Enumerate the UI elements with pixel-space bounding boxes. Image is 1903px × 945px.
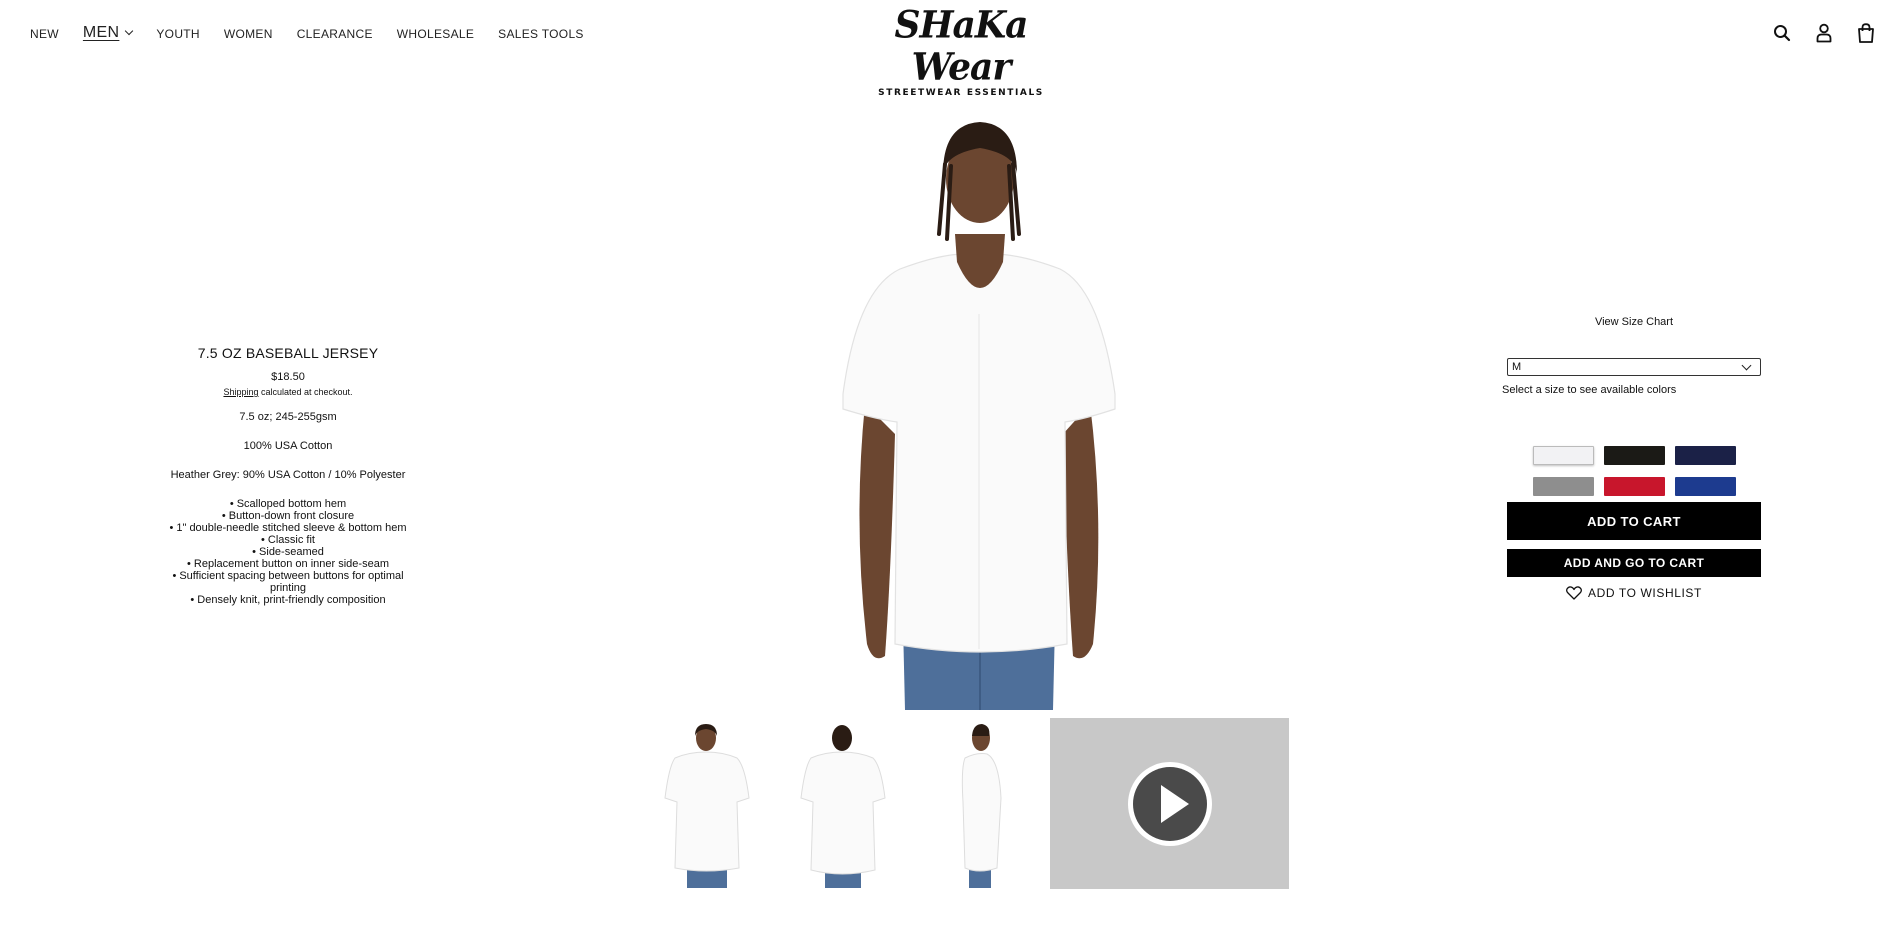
feature-item: • 1" double-needle stitched sleeve & bot… (169, 522, 407, 534)
chevron-down-icon (125, 26, 134, 36)
product-main-image[interactable] (815, 104, 1140, 710)
nav-item-men[interactable]: MEN (82, 24, 134, 42)
product-weight: 7.5 oz; 245-255gsm (239, 411, 337, 423)
main-nav: NEW MEN YOUTH WOMEN CLEARANCE WHOLESALE … (30, 24, 608, 42)
product-heather-note: Heather Grey: 90% USA Cotton / 10% Polye… (170, 469, 406, 481)
add-to-wishlist-button[interactable]: ADD TO WISHLIST (1507, 586, 1761, 600)
nav-label: SALES TOOLS (498, 27, 584, 41)
color-swatch-red[interactable] (1603, 477, 1665, 496)
nav-label: MEN (82, 24, 120, 41)
nav-label: WHOLESALE (396, 27, 475, 41)
heart-icon (1566, 586, 1583, 600)
size-helper-text: Select a size to see available colors (1502, 384, 1677, 396)
nav-label: YOUTH (156, 27, 200, 41)
shipping-note: Shipping calculated at checkout. (160, 387, 416, 397)
color-swatch-white[interactable] (1532, 446, 1594, 465)
thumbnail-side[interactable] (917, 718, 1039, 888)
nav-item-new[interactable]: NEW (30, 27, 59, 41)
nav-item-sales-tools[interactable]: SALES TOOLS (498, 27, 584, 41)
color-swatch-navy[interactable] (1674, 446, 1736, 465)
nav-item-clearance[interactable]: CLEARANCE (297, 27, 373, 41)
feature-item: • Side-seamed (252, 546, 324, 558)
feature-item: • Replacement button on inner side-seam (187, 558, 389, 570)
purchase-panel: View Size Chart M Select a size to see a… (1502, 316, 1761, 600)
thumbnail-back[interactable] (781, 718, 903, 888)
cart-icon[interactable] (1855, 22, 1877, 44)
product-price: $18.50 (271, 371, 305, 383)
size-select-value: M (1512, 361, 1522, 373)
video-thumbnail[interactable] (1050, 718, 1289, 889)
color-swatch-black[interactable] (1603, 446, 1665, 465)
add-and-go-to-cart-button[interactable]: ADD AND GO TO CART (1507, 549, 1761, 577)
site-header: NEW MEN YOUTH WOMEN CLEARANCE WHOLESALE … (0, 0, 1903, 98)
feature-item: • Classic fit (261, 534, 315, 546)
feature-item: • Scalloped bottom hem (229, 498, 347, 510)
size-chart-link[interactable]: View Size Chart (1507, 316, 1761, 328)
nav-label: CLEARANCE (296, 27, 373, 41)
thumbnail-strip (645, 718, 1289, 889)
feature-item: • Densely knit, print-friendly compositi… (190, 594, 386, 606)
nav-item-youth[interactable]: YOUTH (156, 27, 200, 41)
header-icons (1751, 22, 1877, 44)
feature-item: • Button-down front closure (221, 510, 355, 522)
account-icon[interactable] (1813, 22, 1835, 44)
product-info: 7.5 OZ BASEBALL JERSEY $18.50 Shipping c… (160, 345, 416, 606)
color-swatch-heather-grey[interactable] (1532, 477, 1594, 496)
logo-tagline: STREETWEAR ESSENTIALS (878, 88, 1044, 98)
nav-label: WOMEN (223, 27, 273, 41)
wishlist-label: ADD TO WISHLIST (1588, 586, 1702, 600)
chevron-down-icon (1741, 360, 1752, 370)
play-icon (1127, 761, 1212, 846)
shipping-link[interactable]: Shipping (223, 387, 258, 397)
nav-item-wholesale[interactable]: WHOLESALE (397, 27, 474, 41)
thumbnail-front[interactable] (645, 718, 767, 888)
shipping-note-text: calculated at checkout. (258, 387, 353, 397)
add-to-cart-button[interactable]: ADD TO CART (1507, 502, 1761, 540)
feature-item: • Sufficient spacing between buttons for… (172, 570, 404, 594)
nav-item-women[interactable]: WOMEN (224, 27, 273, 41)
nav-label: NEW (30, 27, 59, 41)
logo-wordmark: SHaKa Wear (894, 2, 1029, 90)
product-title: 7.5 OZ BASEBALL JERSEY (197, 345, 379, 361)
feature-list: • Scalloped bottom hem • Button-down fro… (160, 498, 416, 606)
product-material: 100% USA Cotton (243, 440, 333, 452)
search-icon[interactable] (1771, 22, 1793, 44)
color-swatches (1507, 446, 1761, 496)
size-select[interactable]: M (1507, 358, 1761, 376)
brand-logo[interactable]: SHaKa Wear STREETWEAR ESSENTIALS (876, 4, 1046, 98)
color-swatch-royal[interactable] (1674, 477, 1736, 496)
